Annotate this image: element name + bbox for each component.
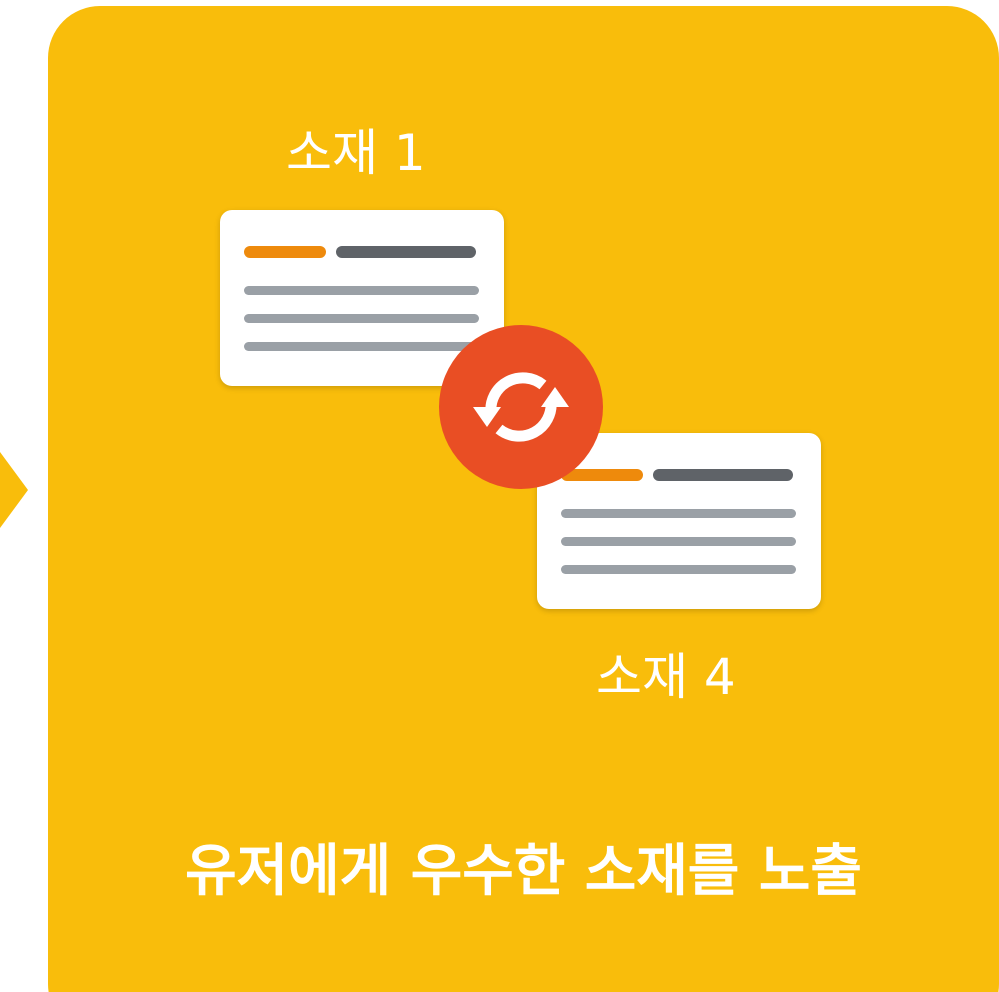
creative-1-label: 소재 1 <box>286 124 426 182</box>
creative-4-label: 소재 4 <box>596 648 736 706</box>
card-text-line <box>244 286 479 295</box>
card-title-bar <box>336 246 476 258</box>
diagram-caption: 유저에게 우수한 소재를 노출 <box>185 839 862 904</box>
card-accent-bar <box>244 246 326 258</box>
card-text-line <box>561 537 796 546</box>
card-text-line <box>244 314 479 323</box>
diagram-stage: 소재 1 소재 4 유저에게 우수한 소재를 노출 <box>0 0 999 992</box>
card-title-bar <box>653 469 793 481</box>
sync-icon <box>439 325 603 489</box>
card-text-line <box>561 509 796 518</box>
sync-arrows-graphic <box>473 372 569 442</box>
card-text-line <box>561 565 796 574</box>
arrow-right-icon <box>0 452 28 528</box>
